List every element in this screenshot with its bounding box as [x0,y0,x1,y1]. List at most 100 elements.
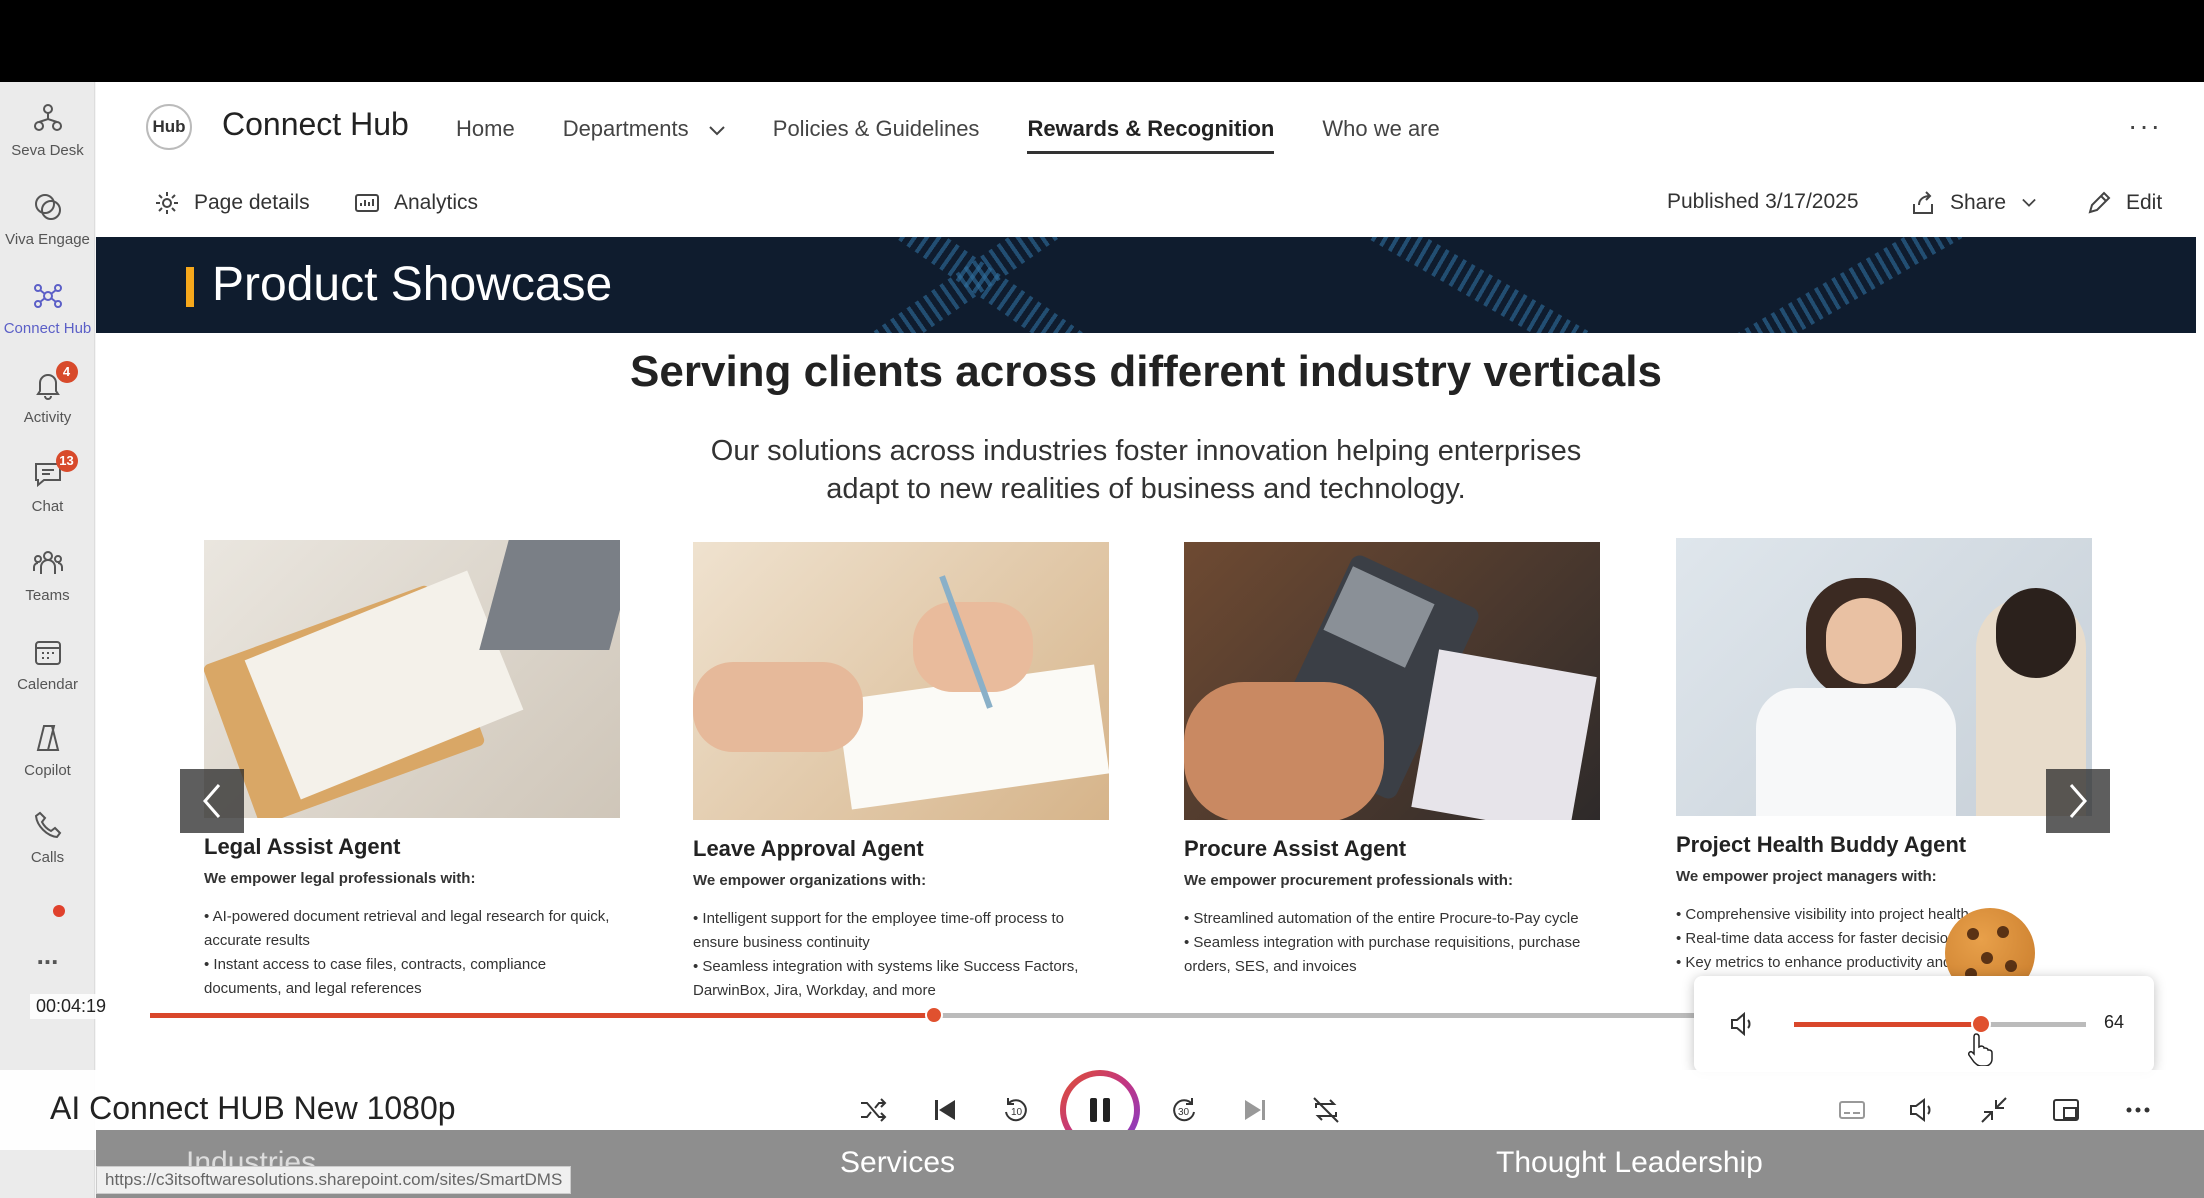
previous-button[interactable] [927,1092,963,1128]
activity-badge: 4 [55,360,78,383]
rail-item-chat[interactable]: 13 Chat [0,443,95,527]
analytics-label: Analytics [394,191,479,214]
banner-pattern [1666,237,2046,333]
nav-departments[interactable]: Departments [563,116,725,142]
list-item: Seamless integration with purchase requi… [1184,931,1604,979]
site-logo[interactable]: Hub [146,104,192,150]
card-lead: We empower project managers with: [1676,868,1937,885]
card-lead: We empower legal professionals with: [204,870,476,887]
footer-thought-leadership[interactable]: Thought Leadership [1496,1146,1763,1180]
rail-more-button[interactable]: ... [0,932,95,972]
minimize-icon [1981,1097,2007,1123]
volume-level [1794,1022,1981,1027]
card-procure-assist[interactable]: Procure Assist Agent We empower procurem… [1184,542,1604,979]
rail-item-calls[interactable]: Calls [0,794,95,878]
org-chart-icon [30,100,66,136]
carousel-next-button[interactable] [2046,769,2110,833]
gear-icon [156,192,178,214]
next-track-icon [1245,1100,1265,1120]
chevron-left-icon [203,784,221,818]
share-label: Share [1950,191,2007,214]
pencil-icon [2088,191,2111,214]
site-title[interactable]: Connect Hub [222,106,409,143]
nav-policies[interactable]: Policies & Guidelines [773,116,980,142]
command-bar: Page details Analytics Published 3/17/20… [96,174,2204,236]
card-title: Project Health Buddy Agent [1676,832,1967,857]
card-lead: We empower organizations with: [693,872,927,889]
edit-label: Edit [2126,191,2163,214]
chevron-down-icon [2022,198,2036,207]
seek-handle[interactable] [925,1006,944,1024]
rail-label: Viva Engage [5,230,90,248]
repeat-button[interactable] [1308,1092,1344,1128]
page-details-button[interactable]: Page details [154,190,310,216]
list-item: Streamlined automation of the entire Pro… [1184,907,1604,931]
skip-forward-button[interactable]: 30 [1166,1092,1202,1128]
rail-label: Copilot [24,761,71,779]
footer-services[interactable]: Services [840,1146,955,1180]
rewind-10-icon: 10 [1005,1098,1027,1122]
published-date: Published 3/17/2025 [1667,190,1859,213]
rail-item-copilot[interactable]: Copilot [0,707,95,791]
site-nav: Home Departments Policies & Guidelines R… [456,116,1488,154]
shuffle-icon [861,1098,887,1122]
shuffle-button[interactable] [855,1092,891,1128]
chevron-right-icon [2069,784,2087,818]
list-item: Intelligent support for the employee tim… [693,907,1113,955]
forward-30-icon: 30 [1173,1098,1195,1122]
analytics-button[interactable]: Analytics [354,190,478,216]
captions-button[interactable] [1834,1092,1870,1128]
svg-text:10: 10 [1011,1107,1023,1118]
miniplayer-button[interactable] [2048,1092,2084,1128]
nav-home[interactable]: Home [456,116,515,142]
volume-handle[interactable] [1970,1014,1991,1034]
miniplayer-icon [2053,1099,2079,1121]
status-url: https://c3itsoftwaresolutions.sharepoint… [96,1166,572,1194]
repeat-icon [1313,1097,1339,1123]
volume-value: 64 [2104,1012,2125,1032]
teams-icon [30,545,66,581]
rail-item-seva-desk[interactable]: Seva Desk [0,87,95,171]
rail-item-activity[interactable]: 4 Activity [0,354,95,438]
volume-button[interactable] [1904,1092,1940,1128]
share-button[interactable]: Share [1910,190,2050,216]
subhead-line: adapt to new realities of business and t… [826,473,1466,505]
more-options-icon[interactable]: ··· [2128,110,2162,142]
bell-icon: 4 [30,360,78,403]
showcase-subhead: Our solutions across industries foster i… [96,432,2196,508]
next-button[interactable] [1237,1092,1273,1128]
skip-back-button[interactable]: 10 [998,1092,1034,1128]
rail-item-connect-hub[interactable]: Connect Hub [0,265,95,349]
rail-item-viva-engage[interactable]: Viva Engage [0,176,95,260]
card-leave-approval[interactable]: Leave Approval Agent We empower organiza… [693,542,1113,1003]
notification-dot [53,905,65,917]
nav-who-we-are[interactable]: Who we are [1322,116,1439,142]
rail-label: Calls [30,848,65,866]
card-image-writing [693,542,1109,820]
rail-item-calendar[interactable]: Calendar [0,621,95,705]
more-icon [2126,1107,2150,1113]
card-project-health[interactable]: Project Health Buddy Agent We empower pr… [1676,538,2096,975]
volume-slider[interactable] [1794,1014,2086,1034]
more-apps-icon: ... [36,939,59,970]
card-legal-assist[interactable]: Legal Assist Agent We empower legal prof… [204,540,624,1001]
rail-label: Activity [23,408,72,426]
rail-item-teams[interactable]: Teams [0,532,95,616]
rail-label: Teams [25,586,70,604]
speaker-icon[interactable] [1728,1010,1756,1038]
svg-text:30: 30 [1178,1107,1190,1118]
phone-icon [30,807,66,843]
chevron-down-icon [709,116,725,142]
player-more-button[interactable] [2120,1092,2156,1128]
seek-bar[interactable] [150,1006,1700,1024]
card-image-payment [1184,542,1600,820]
card-title: Legal Assist Agent [204,834,401,859]
edit-button[interactable]: Edit [2086,190,2162,216]
volume-popup: 64 [1694,976,2154,1072]
exit-fullscreen-button[interactable] [1976,1092,2012,1128]
share-icon [1913,191,1933,214]
banner-accent-bar [186,267,194,307]
carousel-prev-button[interactable] [180,769,244,833]
site-header: Hub Connect Hub Home Departments Policie… [96,82,2204,174]
nav-rewards[interactable]: Rewards & Recognition [1027,116,1274,154]
